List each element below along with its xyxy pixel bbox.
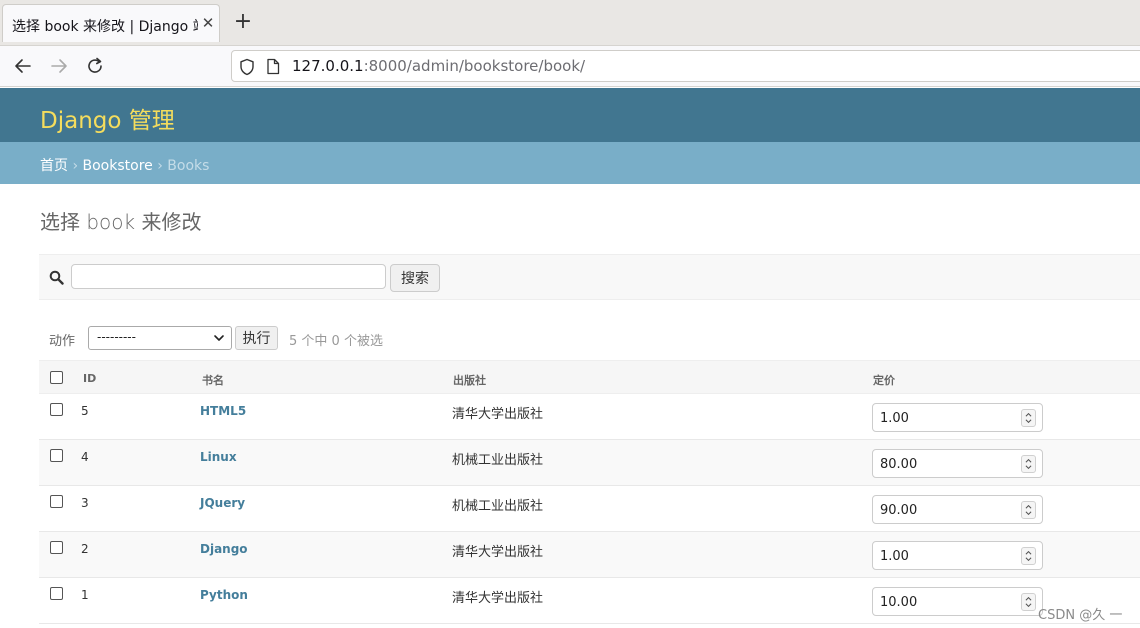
price-input[interactable]: 10.00 bbox=[872, 587, 1043, 616]
column-header-publisher[interactable]: 出版社 bbox=[453, 372, 486, 388]
price-value: 80.00 bbox=[880, 457, 918, 472]
table-row: 1 Python 清华大学出版社 10.00 bbox=[39, 578, 1140, 624]
row-id: 4 bbox=[81, 450, 89, 464]
search-toolbar: 搜索 bbox=[39, 254, 1140, 300]
page-title: 选择 book 来修改 bbox=[40, 210, 202, 234]
spinner-icon[interactable] bbox=[1021, 501, 1036, 519]
row-checkbox[interactable] bbox=[50, 495, 63, 508]
shield-icon[interactable] bbox=[239, 58, 255, 76]
search-icon bbox=[49, 270, 64, 285]
spinner-icon[interactable] bbox=[1021, 547, 1036, 565]
action-select[interactable]: --------- bbox=[88, 326, 232, 350]
price-input[interactable]: 1.00 bbox=[872, 403, 1043, 432]
action-label: 动作 bbox=[49, 334, 76, 349]
url-path: :8000/admin/bookstore/book/ bbox=[363, 57, 586, 75]
row-publisher: 清华大学出版社 bbox=[452, 545, 544, 560]
column-header-price[interactable]: 定价 bbox=[873, 372, 895, 388]
table-row: 3 JQuery 机械工业出版社 90.00 bbox=[39, 486, 1140, 532]
column-header-title[interactable]: 书名 bbox=[202, 372, 224, 388]
row-publisher: 机械工业出版社 bbox=[452, 499, 544, 514]
search-button[interactable]: 搜索 bbox=[390, 264, 440, 292]
page-icon bbox=[267, 58, 280, 75]
row-title-link[interactable]: Python bbox=[200, 588, 248, 602]
url-text[interactable]: 127.0.0.1:8000/admin/bookstore/book/ bbox=[292, 57, 585, 75]
admin-header: Django 管理 bbox=[0, 88, 1140, 142]
back-arrow-icon[interactable] bbox=[12, 55, 34, 77]
price-input[interactable]: 80.00 bbox=[872, 449, 1043, 478]
reload-icon[interactable] bbox=[84, 55, 106, 77]
row-publisher: 清华大学出版社 bbox=[452, 591, 544, 606]
breadcrumb-app-link[interactable]: Bookstore bbox=[83, 158, 153, 174]
spinner-icon[interactable] bbox=[1021, 593, 1036, 611]
price-input[interactable]: 1.00 bbox=[872, 541, 1043, 570]
price-value: 1.00 bbox=[880, 549, 909, 564]
price-value: 90.00 bbox=[880, 503, 918, 518]
browser-nav-bar: 127.0.0.1:8000/admin/bookstore/book/ bbox=[0, 46, 1140, 87]
actions-bar: 动作 --------- 执行 5 个中 0 个被选 bbox=[39, 322, 1140, 354]
search-input[interactable] bbox=[71, 264, 386, 289]
breadcrumb-home-link[interactable]: 首页 bbox=[40, 158, 68, 174]
table-row: 5 HTML5 清华大学出版社 1.00 bbox=[39, 394, 1140, 440]
url-host: 127.0.0.1 bbox=[292, 57, 364, 75]
action-go-button[interactable]: 执行 bbox=[235, 326, 278, 350]
row-id: 3 bbox=[81, 496, 89, 510]
price-value: 1.00 bbox=[880, 411, 909, 426]
browser-tab[interactable]: 选择 book 来修改 | Django 站 ✕ bbox=[2, 4, 220, 42]
row-title-link[interactable]: HTML5 bbox=[200, 404, 246, 418]
price-input[interactable]: 90.00 bbox=[872, 495, 1043, 524]
new-tab-icon[interactable]: + bbox=[233, 9, 253, 35]
site-name-link[interactable]: Django 管理 bbox=[40, 101, 175, 135]
browser-tab-bar: 选择 book 来修改 | Django 站 ✕ + bbox=[0, 0, 1140, 46]
row-checkbox[interactable] bbox=[50, 541, 63, 554]
table-row: 2 Django 清华大学出版社 1.00 bbox=[39, 532, 1140, 578]
breadcrumb-separator: › bbox=[72, 158, 79, 174]
row-title-link[interactable]: Linux bbox=[200, 450, 237, 464]
address-bar[interactable]: 127.0.0.1:8000/admin/bookstore/book/ bbox=[231, 50, 1140, 82]
row-checkbox[interactable] bbox=[50, 449, 63, 462]
row-title-link[interactable]: Django bbox=[200, 542, 248, 556]
watermark: CSDN @久 一 bbox=[1038, 608, 1123, 623]
tab-title: 选择 book 来修改 | Django 站 bbox=[12, 19, 198, 35]
spinner-icon[interactable] bbox=[1021, 409, 1036, 427]
row-checkbox[interactable] bbox=[50, 403, 63, 416]
action-select-value: --------- bbox=[97, 330, 136, 344]
spinner-icon[interactable] bbox=[1021, 455, 1036, 473]
forward-arrow-icon[interactable] bbox=[48, 55, 70, 77]
chevron-down-icon bbox=[214, 335, 224, 341]
row-title-link[interactable]: JQuery bbox=[200, 496, 245, 510]
breadcrumb-separator: › bbox=[157, 158, 163, 174]
column-header-id[interactable]: ID bbox=[83, 372, 96, 385]
row-publisher: 机械工业出版社 bbox=[452, 453, 544, 468]
row-id: 2 bbox=[81, 542, 89, 556]
price-value: 10.00 bbox=[880, 595, 918, 610]
breadcrumb: 首页 › Bookstore › Books bbox=[0, 142, 1140, 184]
row-checkbox[interactable] bbox=[50, 587, 63, 600]
selection-counter: 5 个中 0 个被选 bbox=[289, 334, 383, 349]
table-header: ID 书名 出版社 定价 bbox=[39, 360, 1140, 394]
row-publisher: 清华大学出版社 bbox=[452, 407, 544, 422]
tab-close-icon[interactable]: ✕ bbox=[200, 14, 216, 32]
select-all-checkbox[interactable] bbox=[50, 371, 63, 384]
row-id: 5 bbox=[81, 404, 89, 418]
table-row: 4 Linux 机械工业出版社 80.00 bbox=[39, 440, 1140, 486]
breadcrumb-current: Books bbox=[167, 158, 210, 174]
row-id: 1 bbox=[81, 588, 89, 602]
